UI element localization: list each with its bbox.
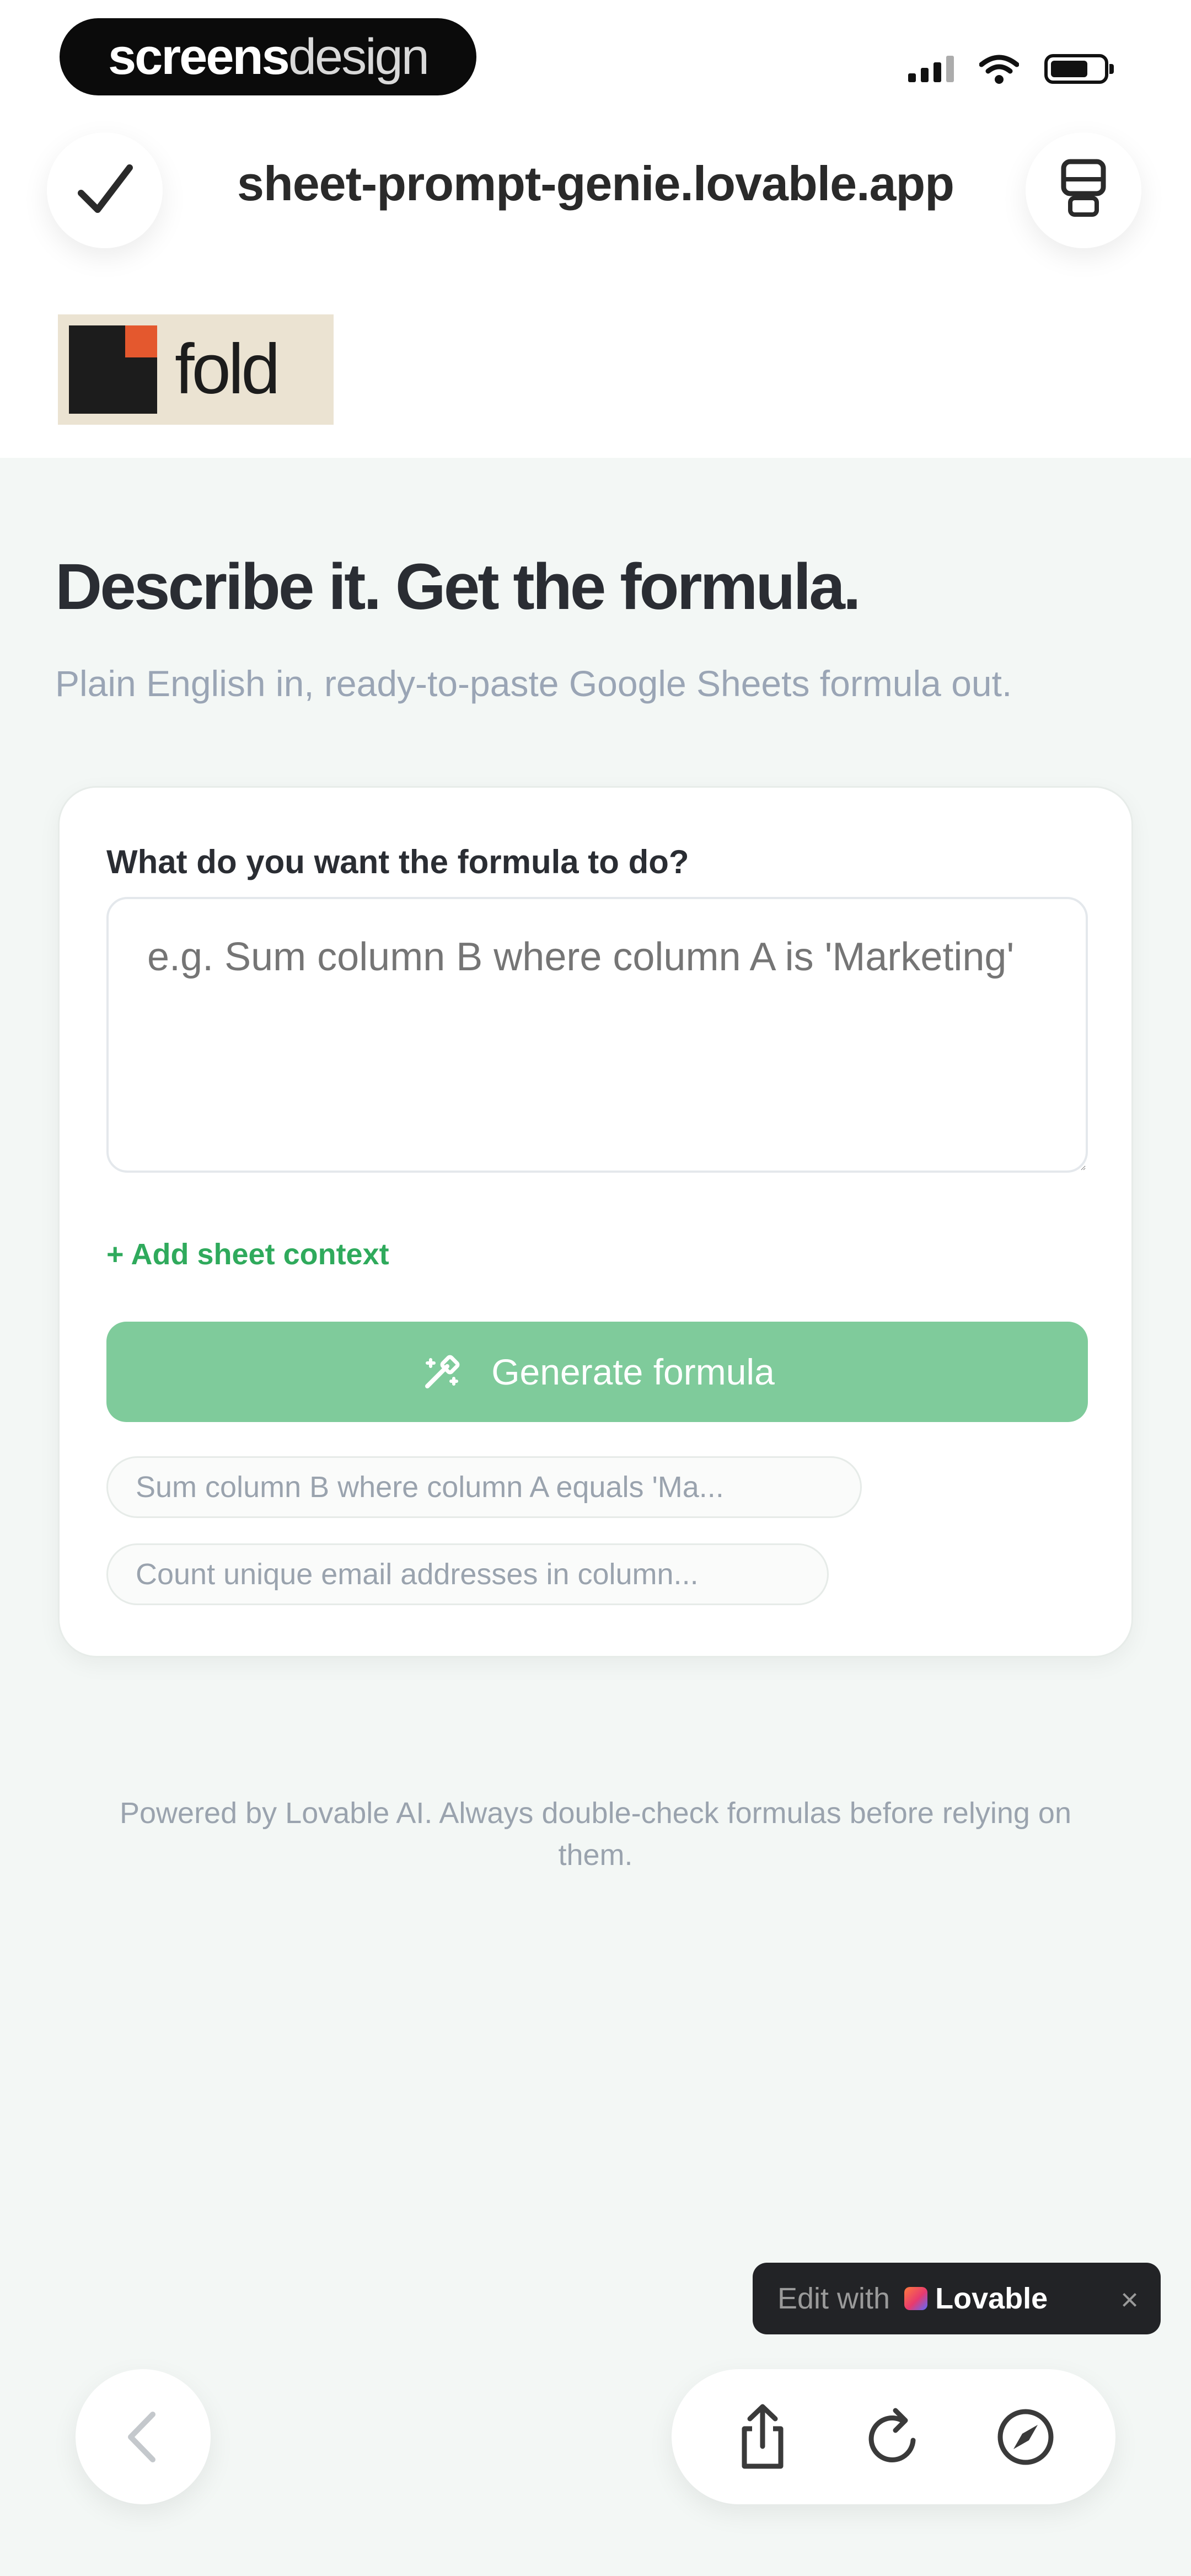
fold-logo: fold <box>58 314 334 425</box>
brand-bold-text: screens <box>108 28 290 85</box>
compass-icon <box>997 2409 1054 2465</box>
example-chip[interactable]: Sum column B where column A equals 'Ma..… <box>106 1456 862 1518</box>
back-icon <box>127 2411 155 2462</box>
generate-formula-button[interactable]: Generate formula <box>106 1322 1088 1422</box>
page-subtitle: Plain English in, ready-to-paste Google … <box>55 663 1012 704</box>
formula-card: What do you want the formula to do? + Ad… <box>58 786 1133 1658</box>
screensdesign-badge: screens design <box>60 18 476 95</box>
share-icon <box>742 2404 784 2468</box>
wifi-icon <box>979 55 1019 84</box>
compass-button[interactable] <box>970 2369 1081 2504</box>
tabs-button[interactable] <box>1026 132 1141 248</box>
add-sheet-context-link[interactable]: + Add sheet context <box>106 1237 389 1271</box>
generate-formula-label: Generate formula <box>491 1351 775 1392</box>
address-bar-url[interactable]: sheet-prompt-genie.lovable.app <box>182 156 1009 212</box>
tab-stack-icon <box>1061 159 1106 217</box>
fold-mark-icon <box>69 325 157 414</box>
reload-button[interactable] <box>839 2369 949 2504</box>
battery-icon <box>1044 54 1114 84</box>
check-icon <box>78 164 133 213</box>
back-button[interactable] <box>76 2369 211 2504</box>
sparkle-wand-icon <box>425 1355 460 1388</box>
logo-wordmark: fold <box>175 330 280 409</box>
disclaimer-note: Powered by Lovable AI. Always double-che… <box>120 1797 1071 1872</box>
formula-description-input[interactable] <box>106 897 1088 1173</box>
lovable-logo-icon <box>904 2287 928 2310</box>
reload-icon <box>868 2408 916 2462</box>
status-icons <box>908 50 1114 88</box>
question-label: What do you want the formula to do? <box>106 843 689 880</box>
close-icon[interactable]: × <box>1120 2281 1139 2317</box>
example-chip[interactable]: Count unique email addresses in column..… <box>106 1543 829 1605</box>
page-title: Describe it. Get the formula. <box>55 551 861 623</box>
browser-chrome: screens design sheet-prompt-genie.lovable… <box>0 0 1191 458</box>
edit-with-text: Edit with <box>777 2282 890 2315</box>
done-button[interactable] <box>47 132 163 248</box>
browser-toolbar <box>672 2369 1115 2504</box>
cellular-signal-icon <box>908 56 954 82</box>
mobile-screen: screens design sheet-prompt-genie.lovable… <box>0 0 1191 2576</box>
lovable-brand-text: Lovable <box>935 2282 1048 2315</box>
share-button[interactable] <box>707 2369 818 2504</box>
edit-with-lovable-badge[interactable]: Edit with Lovable × <box>753 2263 1161 2334</box>
brand-light-text: design <box>288 28 430 85</box>
